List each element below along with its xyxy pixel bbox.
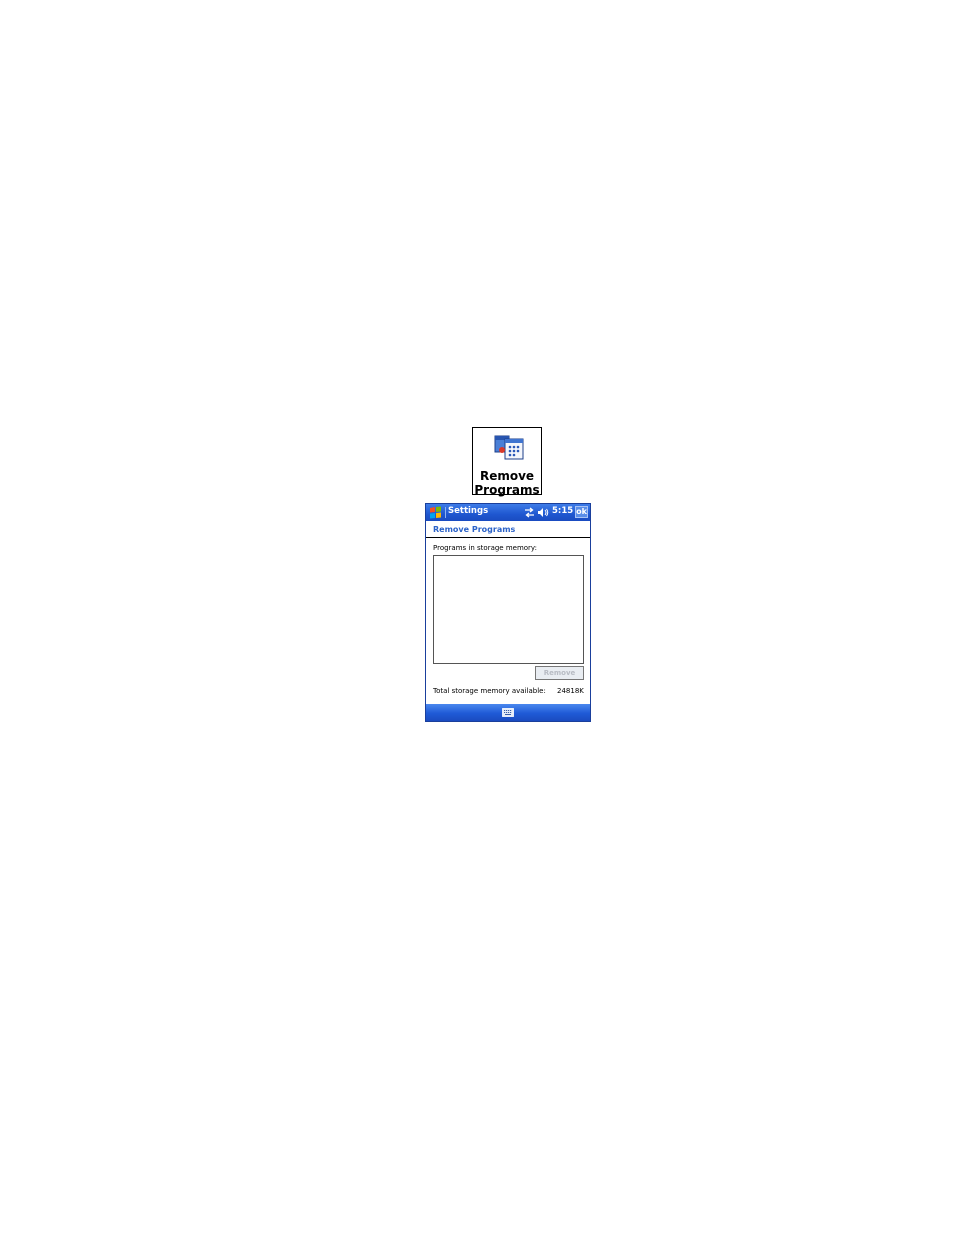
tile-label-line1: Remove <box>479 469 535 483</box>
menu-bar <box>426 704 590 721</box>
ok-button[interactable]: ok <box>575 506 588 518</box>
volume-icon[interactable] <box>537 507 549 518</box>
clock[interactable]: 5:15 <box>552 506 573 516</box>
storage-memory-value: 24818K <box>557 687 584 695</box>
remove-programs-icon <box>494 435 524 460</box>
title-separator <box>445 507 446 518</box>
tile-label-line2: Programs <box>474 483 540 497</box>
app-title[interactable]: Settings <box>448 506 488 516</box>
storage-memory-label: Total storage memory available: <box>433 687 546 695</box>
page-title: Remove Programs <box>433 525 516 534</box>
remove-button[interactable]: Remove <box>535 666 584 680</box>
title-bar: Settings 5:15 ok <box>426 504 590 521</box>
programs-list[interactable] <box>433 555 584 664</box>
programs-list-label: Programs in storage memory: <box>433 544 537 552</box>
device-screen: Settings 5:15 ok Remove Programs Program… <box>425 503 591 722</box>
connectivity-icon[interactable] <box>524 507 535 518</box>
remove-programs-tile[interactable]: Remove Programs <box>472 427 542 497</box>
start-flag-icon[interactable] <box>429 506 442 519</box>
keyboard-icon[interactable] <box>502 708 514 717</box>
title-divider <box>426 537 590 538</box>
